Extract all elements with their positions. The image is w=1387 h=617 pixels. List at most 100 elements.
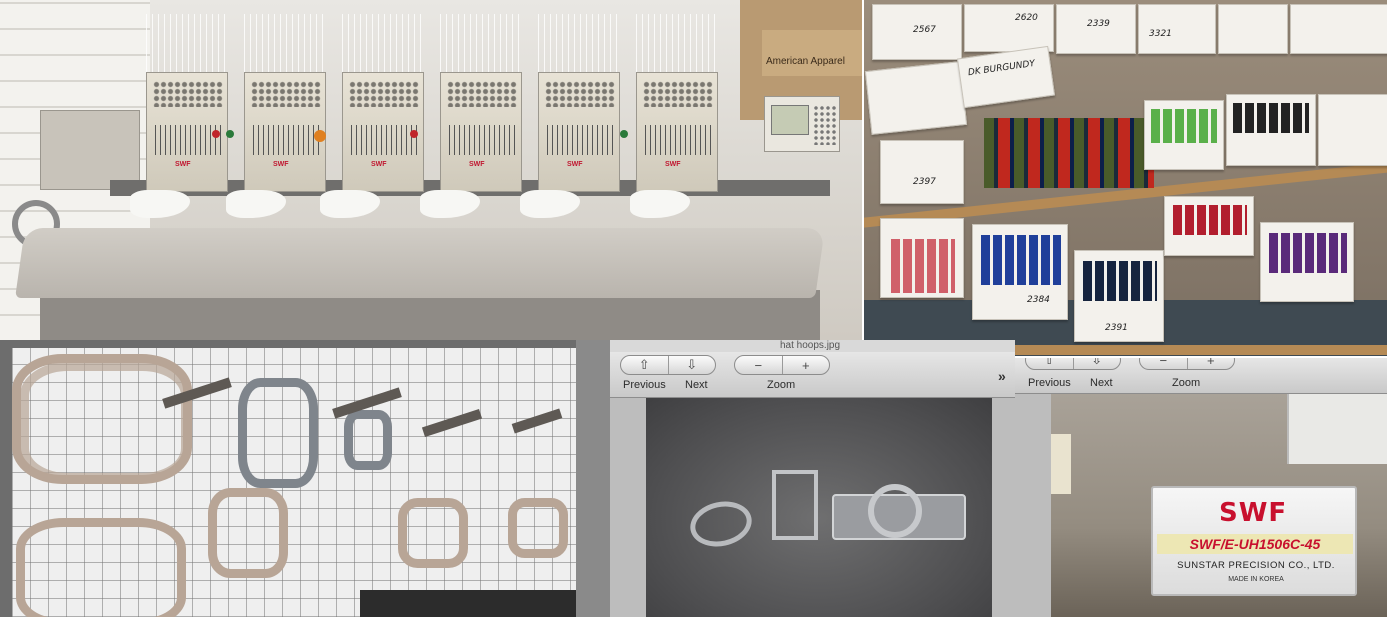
fabric-piece	[630, 190, 690, 218]
window-title: hat hoops.jpg	[780, 340, 841, 351]
thread-guide-rack	[636, 14, 720, 74]
swf-logo: SWF	[1219, 498, 1288, 528]
thread-box: 2397	[880, 140, 964, 204]
zoom-label: Zoom	[1172, 377, 1201, 389]
head-logo: SWF	[371, 161, 387, 168]
head-logo: SWF	[175, 161, 191, 168]
fabric-piece	[130, 190, 190, 218]
thread-guide-rack	[342, 14, 426, 74]
small-gray-hoop	[344, 410, 392, 470]
box-label: 2620	[1015, 13, 1038, 23]
metal-ring	[686, 496, 756, 552]
manufacturer-name: SUNSTAR PRECISION CO., LTD.	[1177, 560, 1335, 571]
cap-hoop	[208, 488, 288, 578]
fabric-piece	[226, 190, 286, 218]
minus-icon: −	[754, 357, 763, 373]
thread-spools	[984, 118, 1154, 188]
thread-shelves-photo: 2567 2620 2339 3321 DK BURGUNDY 2397 238…	[862, 0, 1387, 358]
previous-label: Previous	[623, 379, 666, 391]
navigation-segment: ⇧ ⇩	[1025, 358, 1121, 370]
thread-box	[880, 218, 964, 298]
next-button[interactable]: ⇩	[667, 356, 716, 374]
thread-guide-rack	[538, 14, 622, 74]
thread-box	[1260, 222, 1354, 302]
box-label: 2339	[1087, 19, 1110, 29]
arrow-up-icon: ⇧	[638, 357, 650, 372]
fabric-piece	[320, 190, 380, 218]
large-hoop	[16, 518, 186, 617]
machine-side-unit	[40, 110, 140, 190]
arrow-down-icon: ⇩	[1091, 358, 1103, 367]
zoom-label: Zoom	[767, 379, 796, 391]
start-button-icon	[226, 130, 234, 138]
box-label: 2567	[913, 25, 936, 35]
thread-box: 2567	[872, 4, 962, 60]
minus-icon: −	[1159, 358, 1168, 368]
fabric-piece	[420, 190, 480, 218]
stop-button-icon	[212, 130, 220, 138]
box-label: 2384	[1027, 295, 1050, 305]
next-button[interactable]: ⇩	[1072, 358, 1121, 369]
fabric-piece	[520, 190, 580, 218]
control-panel	[764, 96, 840, 152]
title-bar: hat hoops.jpg	[610, 340, 1015, 352]
warning-sticker	[1051, 434, 1071, 494]
zoom-out-button[interactable]: −	[735, 356, 782, 374]
previous-label: Previous	[1028, 377, 1071, 389]
next-label: Next	[1090, 377, 1113, 389]
hoops-wall-photo	[0, 340, 576, 617]
cardboard-box	[762, 30, 862, 76]
thread-box: 2391	[1074, 250, 1164, 342]
embroidery-head: SWF	[636, 72, 718, 192]
thread-box	[864, 61, 968, 135]
box-label: 2397	[913, 177, 936, 187]
thread-box	[1218, 4, 1288, 54]
wire-grid-wall	[12, 348, 576, 617]
thread-box	[1226, 94, 1316, 166]
arrow-down-icon: ⇩	[686, 357, 698, 372]
thread-guide-rack	[146, 14, 230, 74]
thread-box	[1318, 94, 1387, 166]
viewer-toolbar: ⇧ ⇩ − + Previous Next Zoom »	[610, 352, 1015, 398]
embroidery-head: SWF	[538, 72, 620, 192]
thread-box: 2620	[964, 4, 1054, 52]
head-logo: SWF	[273, 161, 289, 168]
zoom-segment: − +	[734, 355, 830, 375]
chevron-double-right-icon[interactable]: »	[998, 368, 1006, 384]
machine-nameplate: SWF SWF/E-UH1506C-45 SUNSTAR PRECISION C…	[1151, 486, 1357, 596]
zoom-in-button[interactable]: +	[781, 356, 830, 374]
metal-frame	[772, 470, 818, 540]
gray-hoop	[238, 378, 318, 488]
thread-box: 2339	[1056, 4, 1136, 54]
wall-bracket	[511, 408, 563, 434]
image-viewer-window: hat hoops.jpg ⇧ ⇩ − + Previous Next Zoom…	[610, 340, 1015, 617]
viewer-image	[646, 398, 992, 617]
next-label: Next	[685, 379, 708, 391]
keypad	[813, 105, 837, 145]
navigation-segment: ⇧ ⇩	[620, 355, 716, 375]
cap-hoop	[398, 498, 468, 568]
nameplate-image: SWF SWF/E-UH1506C-45 SUNSTAR PRECISION C…	[1051, 394, 1387, 617]
large-hoop	[20, 362, 190, 482]
previous-button[interactable]: ⇧	[621, 356, 668, 374]
previous-button[interactable]: ⇧	[1026, 358, 1073, 369]
thread-box: 2384	[972, 224, 1068, 320]
plus-icon: +	[801, 357, 810, 373]
nameplate-viewer-window: ⇧ ⇩ − + Previous Next Zoom SWF SWF/E-UH1…	[1015, 358, 1387, 617]
thread-box	[1290, 4, 1387, 54]
plus-icon: +	[1206, 358, 1215, 368]
cap-driver-ring	[868, 484, 922, 538]
embroidery-machine-photo: American Apparel SWF SWF SWF SWF SWF SWF	[0, 0, 862, 340]
stop-button-icon	[410, 130, 418, 138]
equipment-top	[360, 590, 576, 617]
machine-table	[15, 228, 825, 298]
emergency-button-icon	[314, 130, 326, 142]
embroidery-head: SWF	[244, 72, 326, 192]
zoom-out-button[interactable]: −	[1140, 358, 1187, 369]
embroidery-head: SWF	[440, 72, 522, 192]
viewer-toolbar: ⇧ ⇩ − + Previous Next Zoom	[1015, 358, 1387, 394]
model-number: SWF/E-UH1506C-45	[1157, 534, 1353, 554]
lcd-screen	[771, 105, 809, 135]
machine-corner	[1287, 394, 1387, 464]
zoom-in-button[interactable]: +	[1186, 358, 1235, 369]
